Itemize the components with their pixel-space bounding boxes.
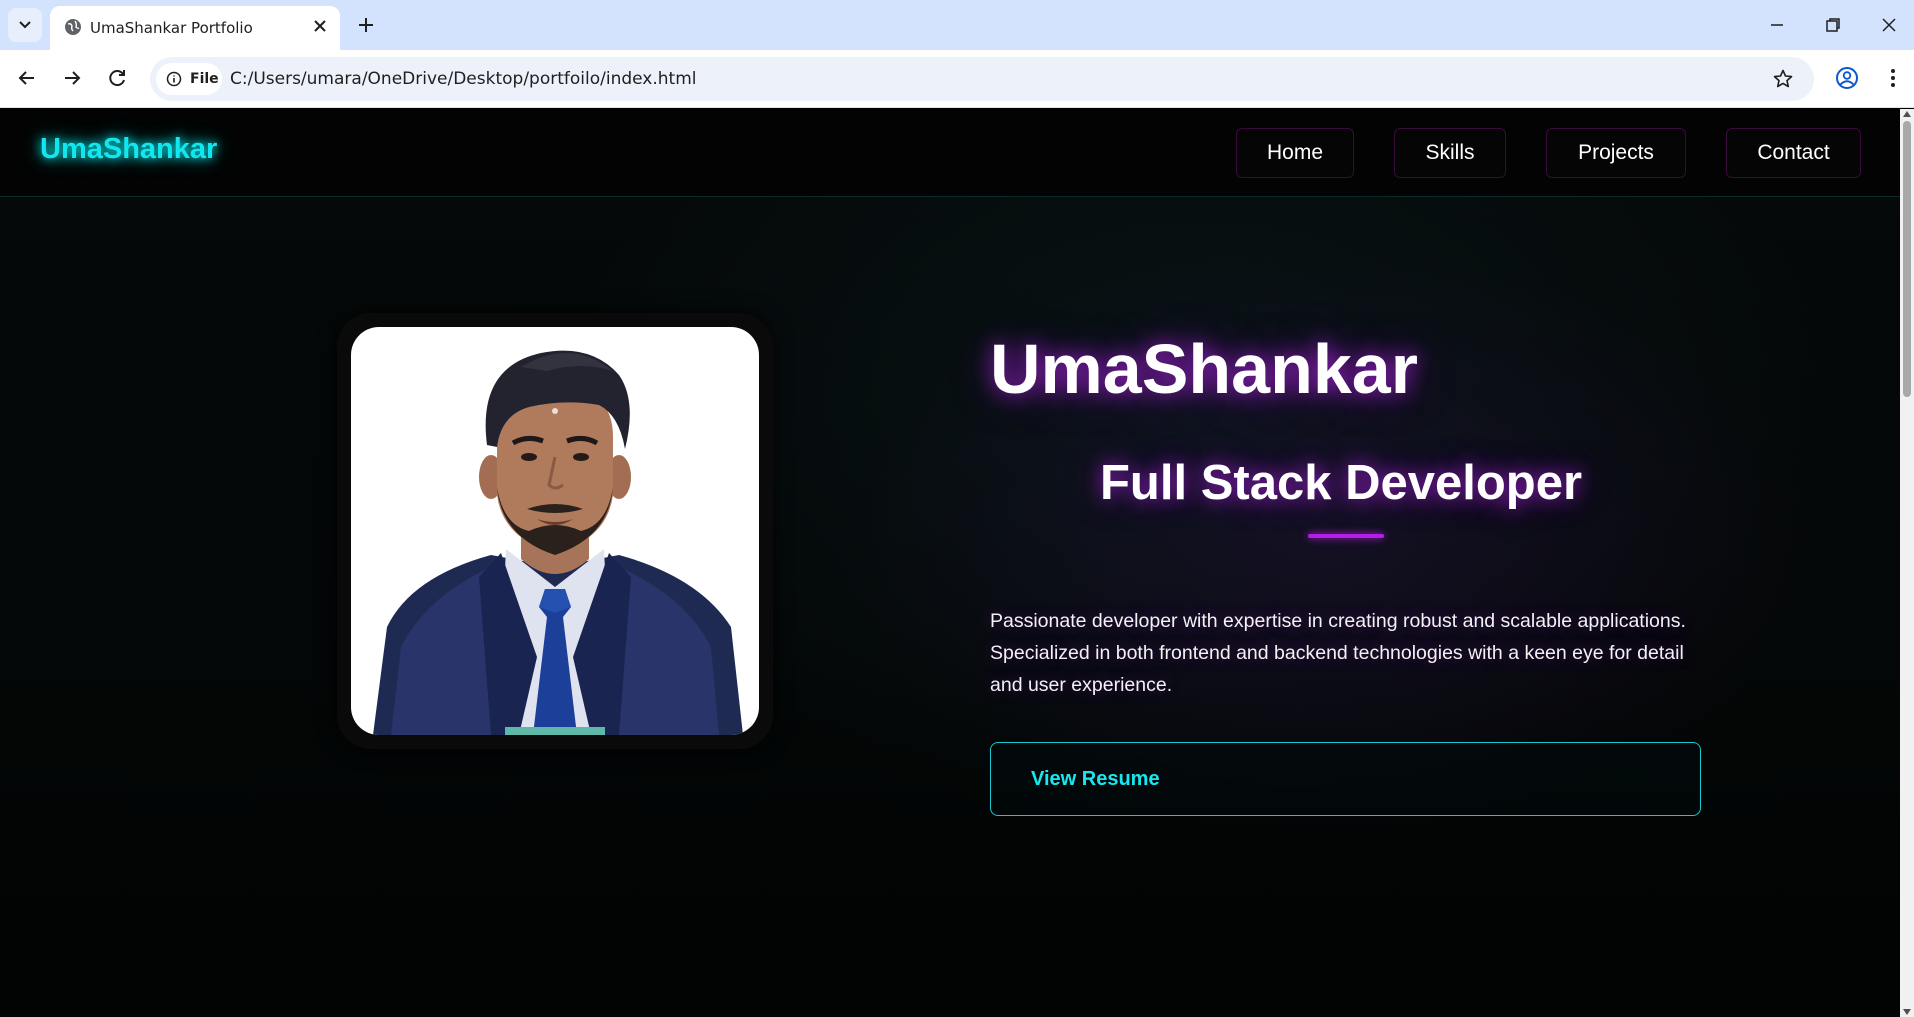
scroll-up-arrow-icon[interactable]	[1903, 111, 1911, 117]
hero-name: UmaShankar	[990, 330, 1418, 408]
forward-arrow-icon[interactable]	[59, 65, 85, 91]
tab-title: UmaShankar Portfolio	[90, 19, 253, 37]
restore-icon[interactable]	[1820, 12, 1846, 38]
bookmark-star-icon[interactable]	[1772, 68, 1794, 90]
back-arrow-icon[interactable]	[14, 65, 40, 91]
info-icon	[166, 71, 182, 87]
close-window-icon[interactable]	[1876, 12, 1902, 38]
chip-label: File	[190, 71, 219, 87]
tab-search-button[interactable]	[8, 8, 42, 42]
browser-tab[interactable]: UmaShankar Portfolio	[50, 6, 340, 50]
nav-link-projects[interactable]: Projects	[1546, 128, 1686, 178]
scroll-down-arrow-icon[interactable]	[1903, 1009, 1911, 1015]
minimize-icon[interactable]	[1764, 12, 1790, 38]
browser-toolbar: File C:/Users/umara/OneDrive/Desktop/por…	[0, 50, 1914, 108]
profile-icon[interactable]	[1834, 65, 1860, 91]
reload-icon[interactable]	[104, 65, 130, 91]
page-scrollbar[interactable]	[1900, 109, 1914, 1017]
profile-photo-frame	[337, 313, 773, 749]
role-underline	[1308, 534, 1384, 538]
nav-link-contact[interactable]: Contact	[1726, 128, 1861, 178]
url-text[interactable]: C:/Users/umara/OneDrive/Desktop/portfoil…	[230, 69, 697, 89]
site-logo[interactable]: UmaShankar	[40, 133, 217, 166]
nav-link-home[interactable]: Home	[1236, 128, 1354, 178]
site-navbar: UmaShankar Home Skills Projects Contact	[0, 109, 1900, 197]
profile-photo	[351, 327, 759, 735]
nav-link-skills[interactable]: Skills	[1394, 128, 1506, 178]
view-resume-label: View Resume	[1031, 768, 1160, 790]
portfolio-page: UmaShankar Home Skills Projects Contact	[0, 109, 1900, 1017]
new-tab-icon[interactable]	[354, 13, 378, 37]
close-tab-icon[interactable]	[310, 16, 330, 36]
site-info-chip[interactable]: File	[156, 63, 222, 95]
kebab-menu-icon[interactable]	[1880, 65, 1906, 91]
address-bar[interactable]: File C:/Users/umara/OneDrive/Desktop/por…	[150, 57, 1814, 101]
globe-icon	[65, 19, 81, 35]
chevron-down-icon	[19, 21, 31, 29]
hero-description: Passionate developer with expertise in c…	[990, 610, 1686, 696]
view-resume-button[interactable]: View Resume	[990, 742, 1701, 816]
scrollbar-thumb[interactable]	[1903, 121, 1911, 397]
portrait-image	[373, 350, 743, 735]
browser-tabstrip: UmaShankar Portfolio	[0, 0, 1914, 50]
hero-role: Full Stack Developer	[1100, 456, 1583, 510]
